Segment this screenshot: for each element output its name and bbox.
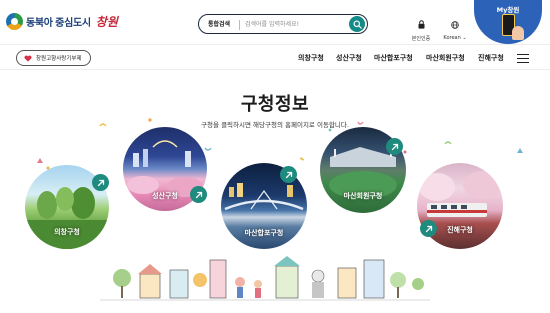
- logo-script: 창원: [95, 15, 118, 29]
- arrow-up-right-icon: [97, 179, 104, 186]
- search-input[interactable]: [245, 18, 345, 31]
- language-label: Korean ⌄: [440, 35, 470, 41]
- nav-item-uichang[interactable]: 의창구청: [298, 53, 324, 63]
- lock-icon: [418, 20, 424, 29]
- main-navigation: 창원고향사랑기부제 의창구청 성산구청 마산합포구청 마산회원구청 진해구청: [0, 44, 550, 70]
- town-illustration: [100, 256, 430, 301]
- nav-item-masanhappo[interactable]: 마산합포구청: [374, 53, 413, 63]
- chevron-down-icon: ⌄: [462, 35, 467, 41]
- search-divider: [239, 20, 240, 30]
- site-header: 동북아 중심도시 창원 통합검색 본인인증 Korean ⌄: [0, 0, 550, 44]
- identity-verify-label: 본인인증: [411, 36, 431, 42]
- district-link-button-seongsan[interactable]: [190, 186, 207, 203]
- language-select[interactable]: Korean ⌄: [440, 14, 470, 41]
- my-changwon-button[interactable]: My창원: [474, 0, 542, 44]
- search-icon: [352, 19, 362, 29]
- language-value: Korean: [443, 35, 461, 41]
- site-logo[interactable]: 동북아 중심도시 창원: [6, 13, 118, 30]
- district-label: 의창구청: [54, 228, 80, 236]
- nav-item-jinhae[interactable]: 진해구청: [478, 53, 504, 63]
- search-category[interactable]: 통합검색: [208, 19, 230, 28]
- district-link-button-masanhappo[interactable]: [280, 166, 297, 183]
- my-changwon-label: My창원: [496, 6, 520, 14]
- heart-icon: [24, 55, 32, 62]
- district-link-button-masanhoewon[interactable]: [386, 138, 403, 155]
- arrow-up-right-icon: [285, 171, 292, 178]
- hand-illustration: [512, 26, 524, 40]
- menu-icon[interactable]: [517, 54, 529, 63]
- identity-verify-button[interactable]: 본인인증: [408, 14, 434, 42]
- district-label: 마산회원구청: [343, 192, 383, 200]
- page-title: 구청정보: [240, 94, 310, 115]
- district-label: 마산합포구청: [244, 229, 284, 237]
- logo-emblem-icon: [6, 13, 23, 30]
- district-link-button-jinhae[interactable]: [420, 220, 437, 237]
- arrow-up-right-icon: [425, 225, 432, 232]
- nav-item-masanhoewon[interactable]: 마산회원구청: [426, 53, 465, 63]
- nav-item-seongsan[interactable]: 성산구청: [336, 53, 362, 63]
- search-bar: 통합검색: [198, 14, 368, 34]
- hometown-donation-label: 창원고향사랑기부제: [36, 56, 82, 62]
- arrow-up-right-icon: [391, 143, 398, 150]
- district-link-button-uichang[interactable]: [92, 174, 109, 191]
- globe-icon: [451, 21, 459, 29]
- hometown-donation-button[interactable]: 창원고향사랑기부제: [16, 50, 91, 66]
- arrow-up-right-icon: [195, 191, 202, 198]
- search-button[interactable]: [349, 16, 365, 32]
- logo-text: 동북아 중심도시: [26, 18, 91, 29]
